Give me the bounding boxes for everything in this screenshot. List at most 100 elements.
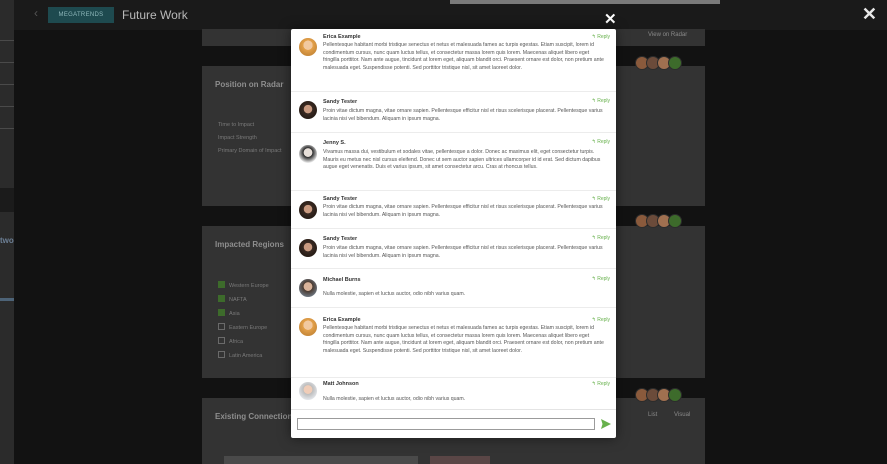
avatar [299, 145, 317, 163]
reply-icon: ↰ [591, 381, 596, 387]
regions-panel-title: Impacted Regions [215, 240, 284, 249]
position-panel-title: Position on Radar [215, 80, 284, 89]
reply-button[interactable]: ↰ Reply [592, 98, 610, 104]
reply-icon: ↰ [591, 235, 596, 241]
view-on-radar-link[interactable]: View on Radar [648, 32, 687, 38]
divider [0, 106, 14, 107]
position-row: Primary Domain of Impact [218, 148, 282, 154]
avatar [299, 201, 317, 219]
region-checkbox[interactable]: Eastern Europe [218, 323, 267, 331]
connections-preview [430, 456, 490, 464]
reply-button[interactable]: ↰ Reply [592, 381, 610, 387]
reply-button[interactable]: ↰ Reply [592, 235, 610, 241]
avatar [299, 239, 317, 257]
comments-modal: Erica Example ↰ Reply Pellentesque habit… [291, 29, 616, 438]
reply-label: Reply [597, 139, 610, 145]
comment-item: Sandy Tester ↰ Reply Proin vitae dictum … [291, 229, 616, 269]
background-bar [450, 0, 720, 4]
reply-button[interactable]: ↰ Reply [592, 317, 610, 323]
connections-preview [224, 456, 418, 464]
comment-text: Nulla molestie, sapien et luctus auctor,… [323, 291, 466, 297]
comment-author: Sandy Tester [323, 236, 358, 242]
comment-composer [291, 409, 616, 438]
send-icon[interactable] [600, 417, 612, 435]
participant-avatars [635, 388, 689, 402]
tab-list[interactable]: List [648, 412, 657, 418]
comment-text: Pellentesque habitant morbi tristique se… [323, 42, 604, 71]
reply-button[interactable]: ↰ Reply [592, 34, 610, 40]
reply-button[interactable]: ↰ Reply [592, 196, 610, 202]
reply-label: Reply [597, 34, 610, 40]
reply-label: Reply [597, 276, 610, 282]
background-band [0, 188, 14, 212]
brand-logo[interactable]: MEGATRENDS [48, 7, 114, 23]
background-accent-line [0, 298, 14, 301]
reply-label: Reply [597, 381, 610, 387]
divider [0, 40, 14, 41]
reply-icon: ↰ [591, 276, 596, 282]
page-title: Future Work [122, 8, 188, 22]
comment-item: Jenny S. ↰ Reply Vivamus massa dui, vest… [291, 133, 616, 191]
region-label: Eastern Europe [229, 325, 268, 331]
region-label: Western Europe [229, 283, 269, 289]
comment-author: Matt Johnson [323, 381, 359, 387]
comment-list[interactable]: Erica Example ↰ Reply Pellentesque habit… [291, 29, 616, 409]
background-left-text: two [0, 236, 14, 245]
comment-text: Nulla molestie, sapien et luctus auctor,… [323, 396, 466, 402]
comment-item: Michael Burns ↰ Reply Nulla molestie, sa… [291, 269, 616, 308]
region-label: NAFTA [229, 297, 247, 303]
comment-item: Sandy Tester ↰ Reply Proin vitae dictum … [291, 191, 616, 229]
participant-avatars [635, 56, 689, 70]
comment-text: Vivamus massa dui, vestibulum et sodales… [323, 149, 601, 170]
close-icon[interactable]: ✕ [862, 4, 877, 25]
app-header: ‹ MEGATRENDS Future Work ✕ [14, 0, 887, 30]
comment-input[interactable] [297, 418, 595, 430]
comment-author: Jenny S. [323, 140, 346, 146]
comment-item: Erica Example ↰ Reply Pellentesque habit… [291, 29, 616, 92]
comment-item: Matt Johnson ↰ Reply Nulla molestie, sap… [291, 378, 616, 409]
divider [0, 62, 14, 63]
divider [0, 128, 14, 129]
participant-avatars [635, 214, 689, 228]
comment-author: Erica Example [323, 34, 361, 40]
position-row: Impact Strength [218, 135, 257, 141]
region-label: Africa [229, 339, 244, 345]
comment-author: Erica Example [323, 317, 361, 323]
reply-icon: ↰ [591, 34, 596, 40]
region-checkbox[interactable]: NAFTA [218, 295, 247, 303]
reply-icon: ↰ [591, 139, 596, 145]
comment-author: Sandy Tester [323, 99, 358, 105]
region-label: Asia [229, 311, 240, 317]
tab-visual[interactable]: Visual [674, 412, 690, 418]
region-checkbox[interactable]: Latin America [218, 351, 262, 359]
comment-text: Proin vitae dictum magna, vitae ornare s… [323, 245, 603, 259]
comment-item: Sandy Tester ↰ Reply Proin vitae dictum … [291, 92, 616, 133]
region-checkbox[interactable]: Africa [218, 337, 243, 345]
reply-label: Reply [597, 196, 610, 202]
comment-text: Proin vitae dictum magna, vitae ornare s… [323, 204, 603, 218]
region-checkbox[interactable]: Asia [218, 309, 240, 317]
region-checkbox[interactable]: Western Europe [218, 281, 269, 289]
comment-author: Sandy Tester [323, 196, 358, 202]
reply-icon: ↰ [591, 98, 596, 104]
reply-label: Reply [597, 317, 610, 323]
reply-button[interactable]: ↰ Reply [592, 139, 610, 145]
position-row: Time to Impact [218, 122, 255, 128]
close-icon[interactable]: ✕ [604, 10, 617, 28]
reply-label: Reply [597, 235, 610, 241]
chevron-left-icon[interactable]: ‹ [34, 6, 38, 20]
region-label: Latin America [229, 353, 263, 359]
avatar [299, 101, 317, 119]
avatar [299, 382, 317, 400]
avatar [299, 318, 317, 336]
reply-label: Reply [597, 98, 610, 104]
reply-button[interactable]: ↰ Reply [592, 276, 610, 282]
connections-panel-title: Existing Connections [215, 412, 297, 421]
avatar [299, 38, 317, 56]
divider [0, 84, 14, 85]
avatar [299, 279, 317, 297]
comment-text: Pellentesque habitant morbi tristique se… [323, 325, 604, 354]
comment-text: Proin vitae dictum magna, vitae ornare s… [323, 108, 603, 122]
comment-author: Michael Burns [323, 277, 361, 283]
reply-icon: ↰ [591, 317, 596, 323]
